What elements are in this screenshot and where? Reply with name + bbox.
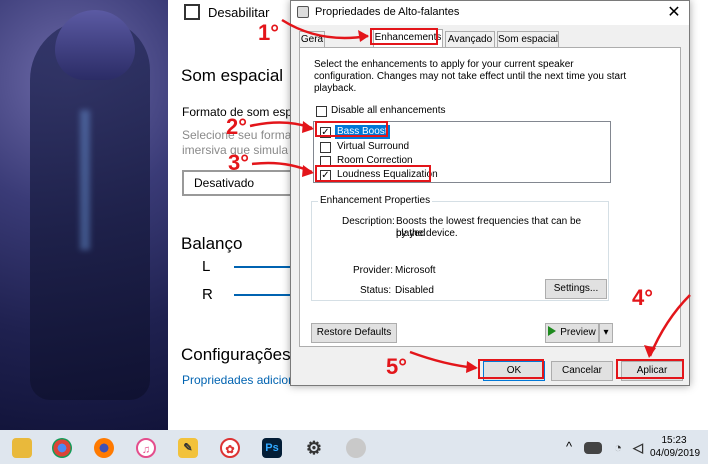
annotation-arrows xyxy=(249,18,691,373)
itunes-icon[interactable]: ♫ xyxy=(136,438,156,458)
clock-date[interactable]: 04/09/2019 xyxy=(650,448,700,459)
chevron-up-icon[interactable]: ^ xyxy=(566,439,572,454)
arrow-step-4 xyxy=(648,294,691,357)
folder-icon[interactable] xyxy=(12,438,32,458)
arrow-step-1 xyxy=(281,18,369,40)
gear-icon[interactable]: ⚙ xyxy=(304,438,324,458)
paint-icon[interactable]: ✿ xyxy=(220,438,240,458)
arrowhead-step-1 xyxy=(358,30,369,42)
clock-time[interactable]: 15:23 xyxy=(650,435,698,446)
arrowhead-step-5 xyxy=(466,361,478,373)
firefox-icon[interactable] xyxy=(94,438,114,458)
wifi-icon[interactable]: ◔ xyxy=(608,438,628,458)
arrow-step-5 xyxy=(409,350,477,370)
taskbar: ♫ ✎ ✿ Ps ⚙ ^ ◔ ◁ 15:23 04/09/2019 xyxy=(0,430,708,464)
battery-icon[interactable] xyxy=(584,442,602,454)
tools-icon[interactable]: ✎ xyxy=(178,438,198,458)
photoshop-icon[interactable]: Ps xyxy=(262,438,282,458)
speaker-icon[interactable] xyxy=(346,438,366,458)
volume-icon[interactable]: ◁ xyxy=(628,438,648,458)
chrome-icon[interactable] xyxy=(52,438,72,458)
